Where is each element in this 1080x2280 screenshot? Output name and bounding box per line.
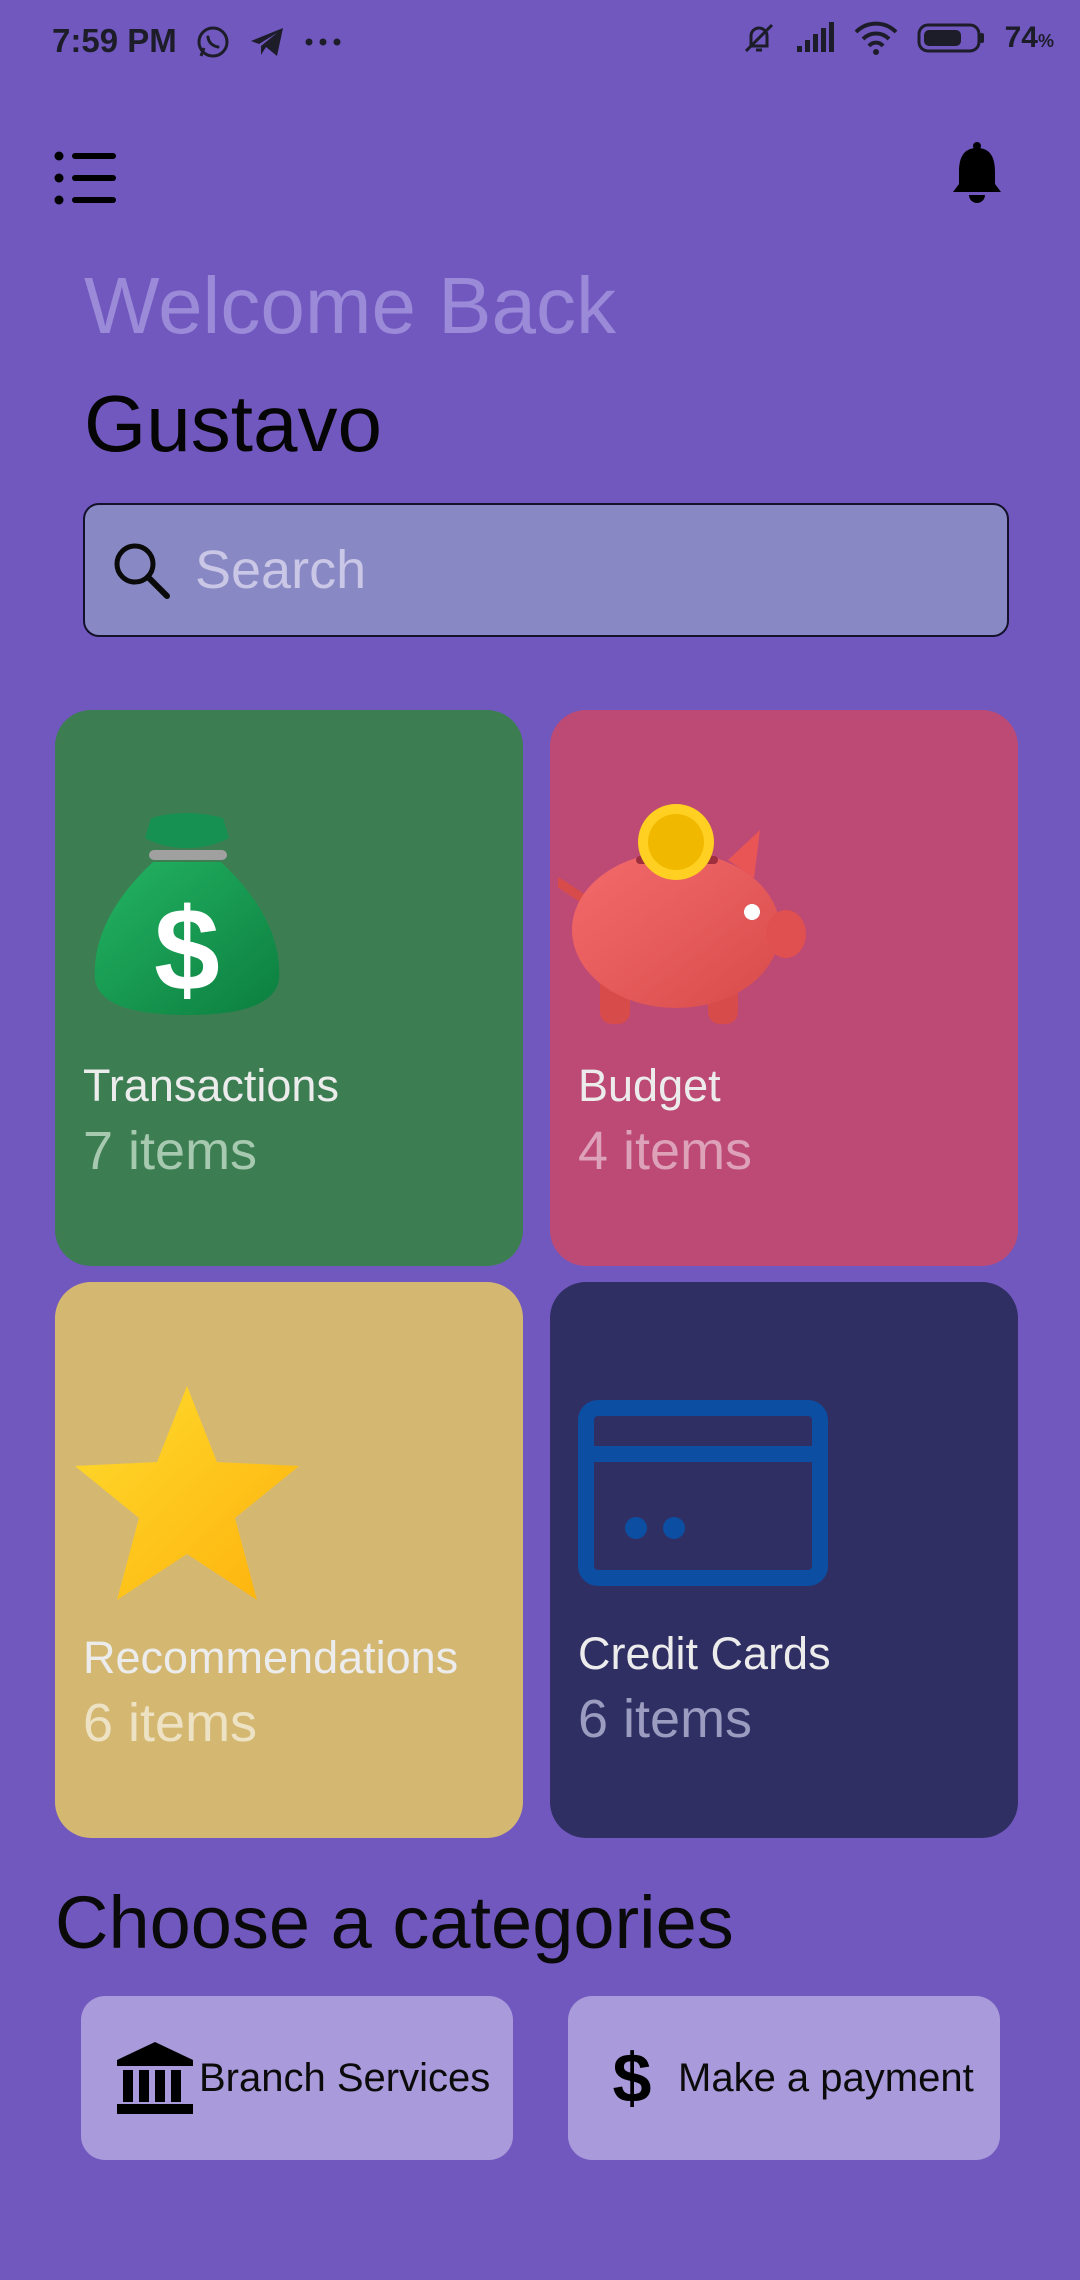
dollar-icon: $: [613, 2046, 652, 2110]
card-count: 4 items: [578, 1121, 753, 1181]
wifi-icon: [854, 21, 898, 55]
signal-icon: [796, 22, 834, 52]
mute-icon: [744, 23, 773, 53]
svg-text:$: $: [154, 884, 220, 1016]
card-title: Credit Cards: [578, 1628, 831, 1679]
search-bar[interactable]: [83, 503, 1009, 637]
card-recommendations[interactable]: Recommendations 6 items: [55, 1282, 523, 1838]
user-name: Gustavo: [84, 379, 382, 468]
telegram-icon: [251, 28, 283, 56]
more-dots-icon: [305, 38, 341, 46]
money-bag-icon: $: [94, 813, 280, 1016]
search-icon: [114, 543, 170, 599]
card-count: 6 items: [83, 1693, 258, 1753]
branch-services-button[interactable]: Branch Services: [81, 1996, 513, 2160]
card-budget[interactable]: Budget 4 items: [550, 710, 1018, 1266]
card-count: 6 items: [578, 1689, 753, 1749]
battery-icon: [917, 23, 984, 53]
card-transactions[interactable]: $ Transactions 7 items: [55, 710, 523, 1266]
card-title: Transactions: [83, 1060, 339, 1111]
bank-icon: [117, 2042, 193, 2114]
card-title: Budget: [578, 1060, 721, 1111]
svg-text:$: $: [613, 2046, 652, 2110]
welcome-text: Welcome Back: [84, 261, 617, 350]
bell-icon: [953, 142, 1001, 203]
status-time: 7:59 PM: [52, 22, 177, 59]
pill-label: Make a payment: [678, 2055, 974, 2100]
section-title: Choose a categories: [55, 1881, 734, 1964]
star-icon: [75, 1386, 299, 1600]
whatsapp-icon: [197, 26, 229, 58]
list-menu-icon: [54, 151, 116, 205]
battery-percent: 74%: [1004, 21, 1054, 54]
make-payment-button[interactable]: $ Make a payment: [568, 1996, 1000, 2160]
notification-button[interactable]: [950, 140, 1004, 204]
card-title: Recommendations: [83, 1632, 459, 1683]
piggy-bank-icon: [558, 804, 806, 1024]
card-count: 7 items: [83, 1121, 258, 1181]
credit-card-icon: [578, 1400, 828, 1586]
menu-button[interactable]: [54, 150, 118, 206]
status-left-icons: [195, 24, 343, 60]
pill-label: Branch Services: [199, 2055, 491, 2100]
status-right-icons: 74%: [741, 20, 1054, 56]
card-credit-cards[interactable]: Credit Cards 6 items: [550, 1282, 1018, 1838]
search-input[interactable]: [193, 538, 957, 602]
